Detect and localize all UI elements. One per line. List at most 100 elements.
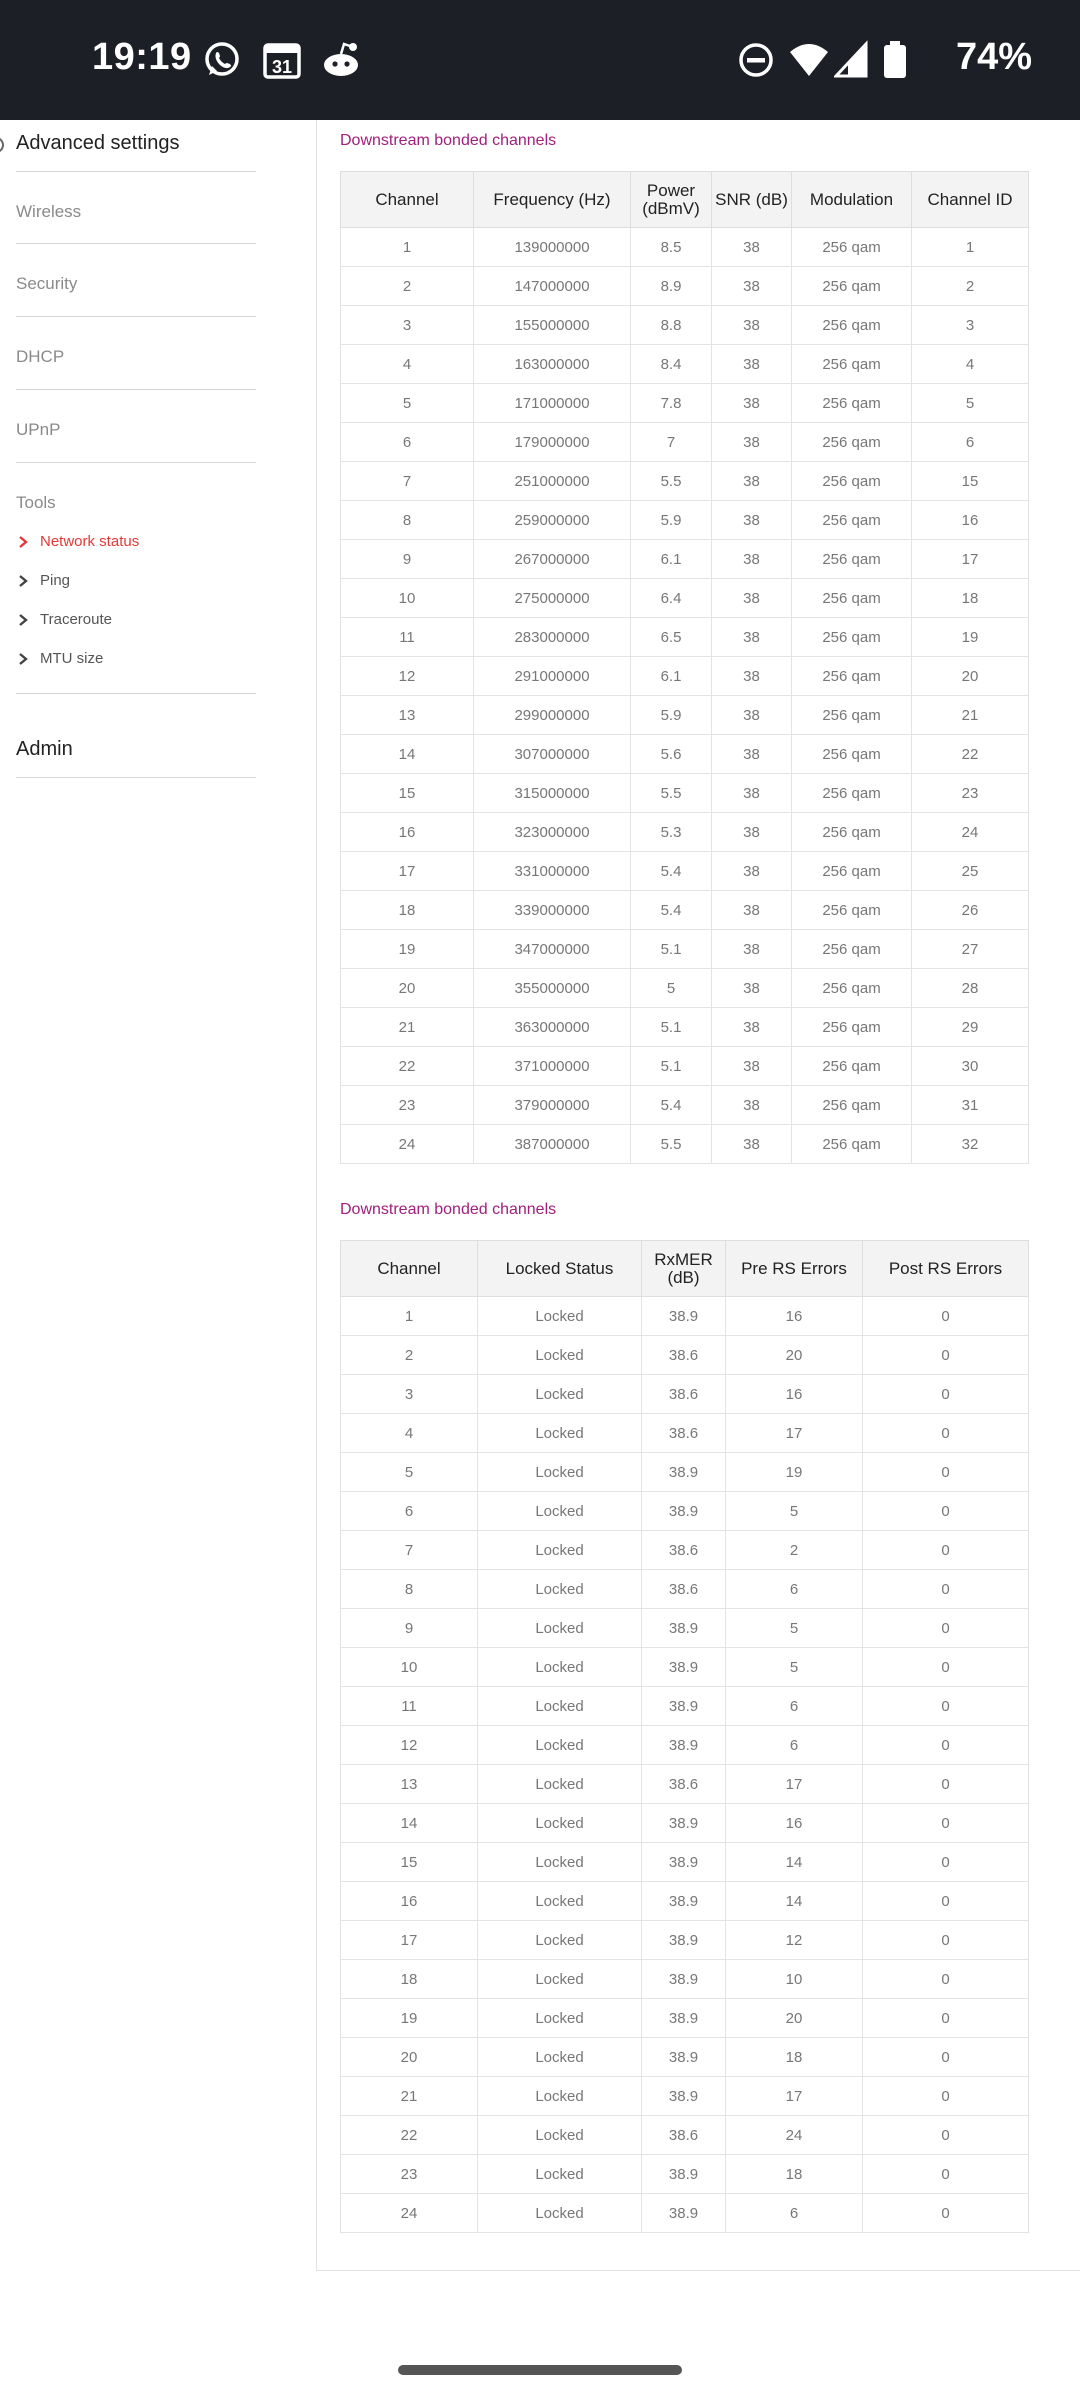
table-row: 11 283000000 6.5 38 256 qam 19 [340,617,1029,657]
sidebar-item-tools[interactable]: Tools [16,493,56,513]
table-cell: 28 [911,968,1029,1008]
table-cell: 8.5 [630,227,712,267]
table-cell: 38.9 [641,1452,726,1492]
table-row: 12 291000000 6.1 38 256 qam 20 [340,656,1029,696]
table-cell: Locked [477,1413,642,1453]
table-cell: 5.9 [630,695,712,735]
column-header: RxMER (dB) [641,1240,726,1297]
chevron-right-icon [19,652,28,665]
calendar-day: 31 [271,57,293,77]
table-cell: Locked [477,2037,642,2077]
home-indicator[interactable] [398,2365,682,2375]
battery-icon [884,41,906,78]
table-cell: 38 [711,773,792,813]
table-row: 15 Locked 38.9 14 0 [340,1842,1029,1882]
table-cell: 23 [340,1085,474,1125]
table-cell: 38 [711,578,792,618]
table-cell: 38 [711,617,792,657]
table-cell: 9 [340,1608,478,1648]
table-cell: 6.1 [630,656,712,696]
table-body: 1 Locked 38.9 16 0 2 Locked 38.6 20 0 3 Locked 38.6 1… [340,1296,1029,2233]
table-cell: 387000000 [473,1124,631,1164]
table-cell: 38.9 [641,1959,726,1999]
table-cell: 5.5 [630,461,712,501]
table-cell: 22 [911,734,1029,774]
table-cell: 16 [725,1374,863,1414]
sidebar-divider [16,243,256,244]
table-cell: 38 [711,695,792,735]
table-cell: 0 [862,1725,1029,1765]
table-cell: 38 [711,890,792,930]
table-cell: 0 [862,1998,1029,2038]
whatsapp-icon [205,42,239,76]
table-cell: 256 qam [791,344,912,384]
table-cell: 371000000 [473,1046,631,1086]
sidebar-sub-network-status[interactable]: Network status [16,533,139,550]
table-cell: Locked [477,2154,642,2194]
table-cell: 7.8 [630,383,712,423]
column-header: Modulation [791,171,912,228]
sidebar-admin[interactable]: Admin [16,738,73,761]
table-cell: 2 [911,266,1029,306]
table-row: 24 387000000 5.5 38 256 qam 32 [340,1124,1029,1164]
table-cell: 256 qam [791,656,912,696]
table-cell: 14 [340,734,474,774]
table-cell: 3 [340,1374,478,1414]
table-cell: 256 qam [791,266,912,306]
table-cell: 5.9 [630,500,712,540]
table-cell: 0 [862,1374,1029,1414]
sidebar-sub-ping[interactable]: Ping [16,572,70,589]
table-cell: 2 [340,1335,478,1375]
table-cell: 38 [711,461,792,501]
table-cell: 0 [862,1452,1029,1492]
sidebar-item-security[interactable]: Security [16,274,77,294]
sidebar-item-upnp[interactable]: UPnP [16,420,60,440]
table-cell: 20 [911,656,1029,696]
table-cell: 21 [340,2076,478,2116]
table-cell: 25 [911,851,1029,891]
table-cell: 6.4 [630,578,712,618]
table-cell: 38.9 [641,1920,726,1960]
table-cell: 8.4 [630,344,712,384]
table-cell: 21 [911,695,1029,735]
sidebar-item-wireless[interactable]: Wireless [16,202,81,222]
table-cell: 7 [340,1530,478,1570]
sidebar-advanced-settings[interactable]: Advanced settings [16,132,179,155]
sidebar-sub-traceroute[interactable]: Traceroute [16,611,112,628]
table-cell: 139000000 [473,227,631,267]
table-row: 18 339000000 5.4 38 256 qam 26 [340,890,1029,930]
table-cell: 38 [711,929,792,969]
table-cell: 16 [340,1881,478,1921]
table-cell: 4 [340,1413,478,1453]
table-row: 4 163000000 8.4 38 256 qam 4 [340,344,1029,384]
table-cell: 38 [711,1085,792,1125]
content-border [316,120,317,2270]
column-header: Locked Status [477,1240,642,1297]
table-cell: 0 [862,1764,1029,1804]
table-row: 3 155000000 8.8 38 256 qam 3 [340,305,1029,345]
table-row: 19 347000000 5.1 38 256 qam 27 [340,929,1029,969]
table-cell: 38.9 [641,1725,726,1765]
table-cell: 12 [340,1725,478,1765]
table-cell: 0 [862,1881,1029,1921]
column-header: Channel [340,1240,478,1297]
table-cell: 6 [725,1686,863,1726]
sidebar-item-dhcp[interactable]: DHCP [16,347,64,367]
table-cell: 256 qam [791,578,912,618]
table-cell: 5 [630,968,712,1008]
table-cell: 38.9 [641,2154,726,2194]
table-cell: Locked [477,1920,642,1960]
sidebar-sub-mtu-size[interactable]: MTU size [16,650,103,667]
table-cell: 38 [711,227,792,267]
table-cell: 0 [862,2193,1029,2233]
table-cell: Locked [477,1296,642,1336]
table-cell: 0 [862,2154,1029,2194]
table-cell: 38.6 [641,1569,726,1609]
table-cell: 17 [911,539,1029,579]
table-cell: 283000000 [473,617,631,657]
table-cell: 15 [340,1842,478,1882]
table-row: 1 Locked 38.9 16 0 [340,1296,1029,1336]
table-cell: 17 [725,1413,863,1453]
table-row: 6 Locked 38.9 5 0 [340,1491,1029,1531]
table-cell: 5.4 [630,1085,712,1125]
